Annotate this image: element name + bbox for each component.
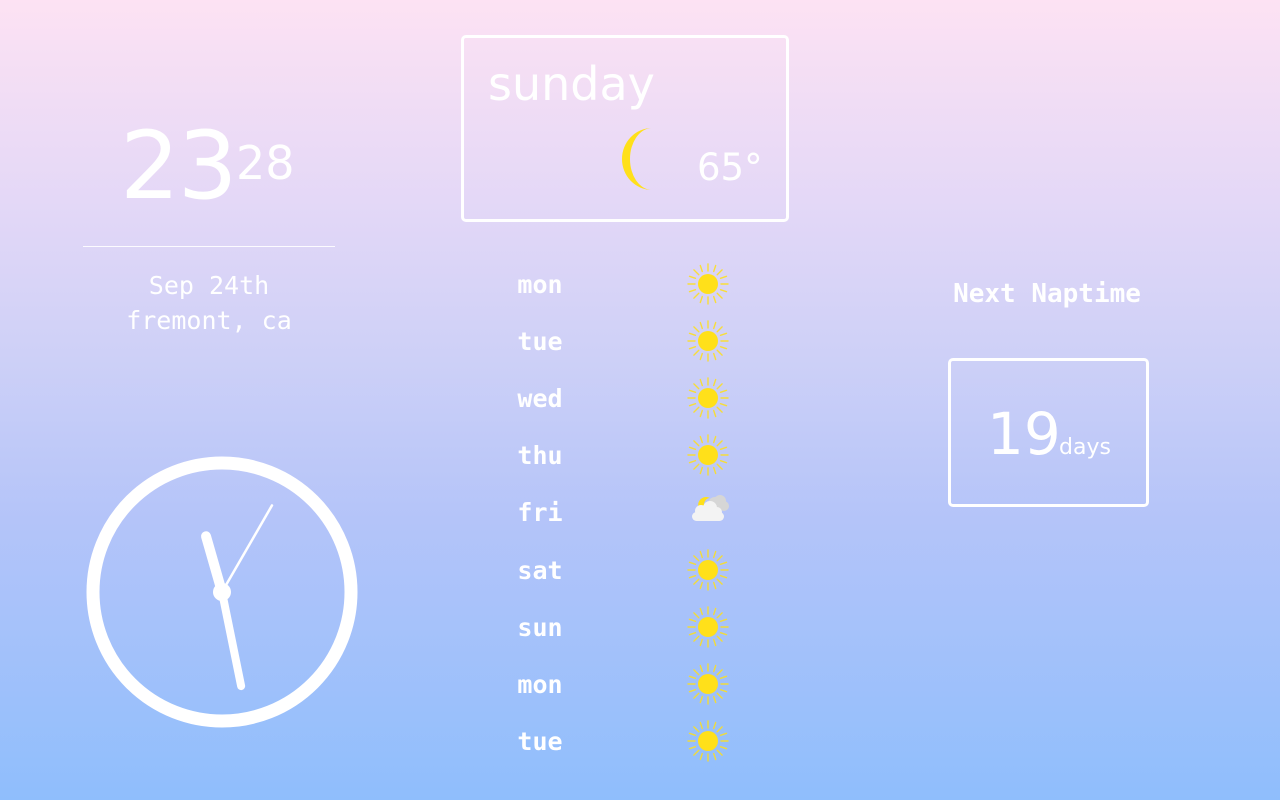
forecast-row: sat [500, 546, 760, 596]
sun-icon [686, 605, 730, 649]
naptime-label: Next Naptime [953, 279, 1141, 309]
sun-icon [686, 319, 730, 363]
forecast-day: thu [517, 441, 563, 470]
forecast-day: sun [517, 613, 563, 642]
forecast-row: wed [500, 374, 760, 424]
sun-icon [686, 262, 730, 306]
forecast-row: fri [500, 488, 760, 538]
location-text: fremont, ca [126, 306, 292, 335]
forecast-day: tue [517, 327, 563, 356]
minute-hand [218, 588, 246, 691]
time-hours: 23 [120, 112, 238, 221]
forecast-day: mon [517, 270, 563, 299]
moon-icon [621, 128, 652, 190]
current-weather-card: sunday 65° [461, 35, 789, 222]
forecast-row: tue [500, 317, 760, 367]
forecast-row: thu [500, 431, 760, 481]
forecast-row: mon [500, 660, 760, 710]
naptime-unit: days [1059, 435, 1111, 460]
sun-icon [686, 719, 730, 763]
naptime-value: 19 [987, 400, 1061, 468]
analog-clock [86, 456, 358, 728]
date-text: Sep 24th [148, 271, 270, 300]
time-divider [83, 246, 335, 247]
sun-icon [686, 376, 730, 420]
second-hand [220, 504, 274, 594]
sun-icon [686, 662, 730, 706]
forecast-day: tue [517, 727, 563, 756]
partly-cloudy-night-icon [692, 495, 729, 521]
current-day: sunday [488, 57, 655, 111]
forecast-row: sun [500, 603, 760, 653]
naptime-card: 19 days [948, 358, 1149, 507]
current-temperature: 65° [697, 146, 763, 189]
forecast-day: mon [517, 670, 563, 699]
forecast-row: tue [500, 717, 760, 767]
time-minutes: 28 [236, 136, 295, 190]
digital-time: 23 28 [120, 112, 320, 222]
forecast-row: mon [500, 260, 760, 310]
clock-center [213, 583, 231, 601]
sun-icon [686, 433, 730, 477]
forecast-day: wed [517, 384, 563, 413]
sun-icon [686, 548, 730, 592]
forecast-day: fri [517, 498, 563, 527]
forecast-day: sat [517, 556, 563, 585]
